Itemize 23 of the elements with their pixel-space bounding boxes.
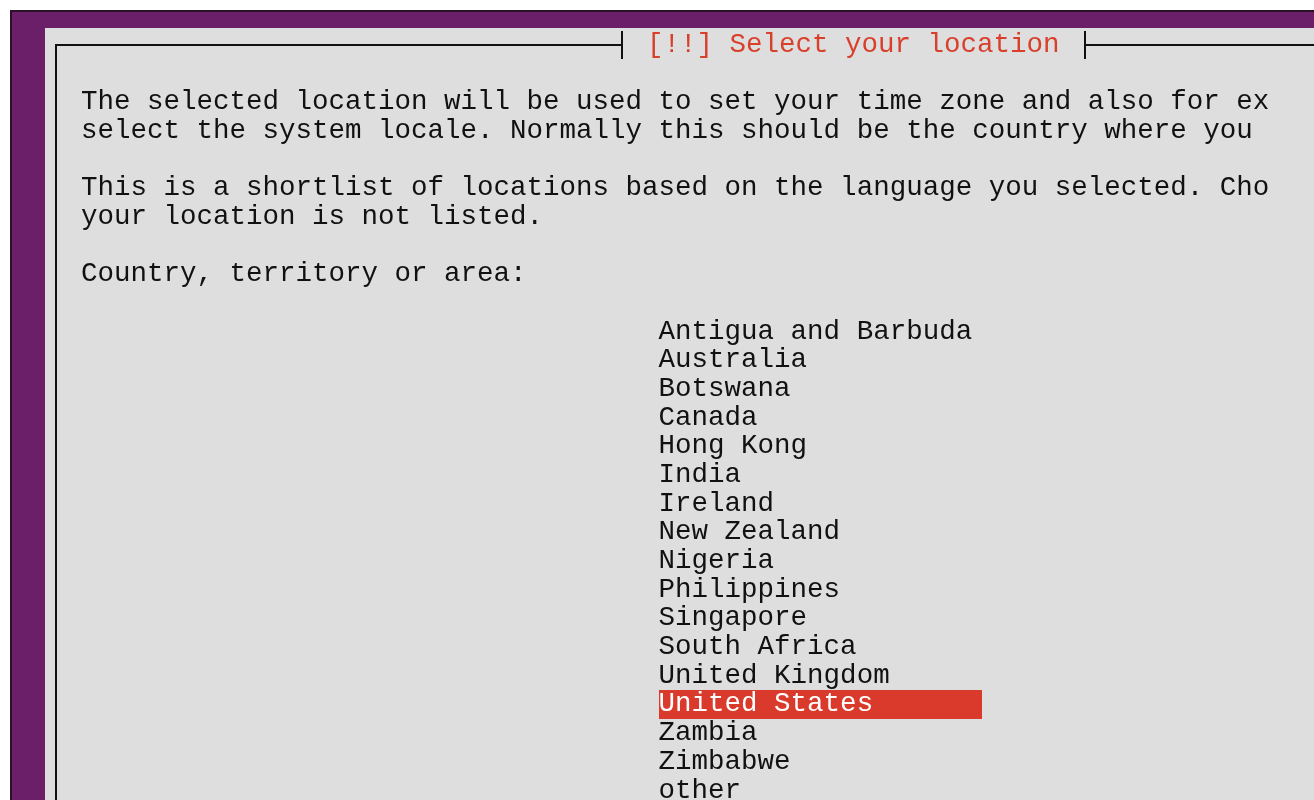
description-text: your location is not listed. (81, 202, 545, 232)
location-option[interactable]: Botswana (658, 374, 983, 404)
location-option[interactable]: Philippines (658, 575, 983, 605)
dialog-title: [!!] Select your location (621, 31, 1086, 59)
location-option[interactable]: Canada (658, 403, 983, 433)
location-option[interactable]: Hong Kong (658, 432, 983, 461)
location-option[interactable]: United Kingdom (658, 661, 983, 691)
location-option[interactable]: other (658, 776, 983, 800)
location-option[interactable]: India (658, 460, 983, 490)
location-option[interactable]: Singapore (658, 604, 983, 634)
location-option[interactable]: Zambia (658, 719, 983, 748)
location-option[interactable]: Ireland (658, 489, 983, 519)
description-text: select the system locale. Normally this should be the country where you (81, 116, 1254, 146)
location-option[interactable]: Australia (658, 346, 983, 375)
location-option[interactable]: Antigua and Barbuda (658, 317, 983, 347)
description-text: The selected location will be used to set your time zone and also for ex (81, 88, 1271, 117)
prompt-label: Country, territory or area: (81, 260, 528, 289)
location-option[interactable]: United States (658, 690, 983, 720)
location-option[interactable]: South Africa (658, 633, 983, 662)
location-option[interactable]: Nigeria (658, 547, 983, 576)
location-option[interactable]: Zimbabwe (658, 747, 983, 777)
description-text: This is a shortlist of locations based on the language you selected. Cho (81, 174, 1271, 203)
location-option[interactable]: New Zealand (658, 518, 983, 547)
